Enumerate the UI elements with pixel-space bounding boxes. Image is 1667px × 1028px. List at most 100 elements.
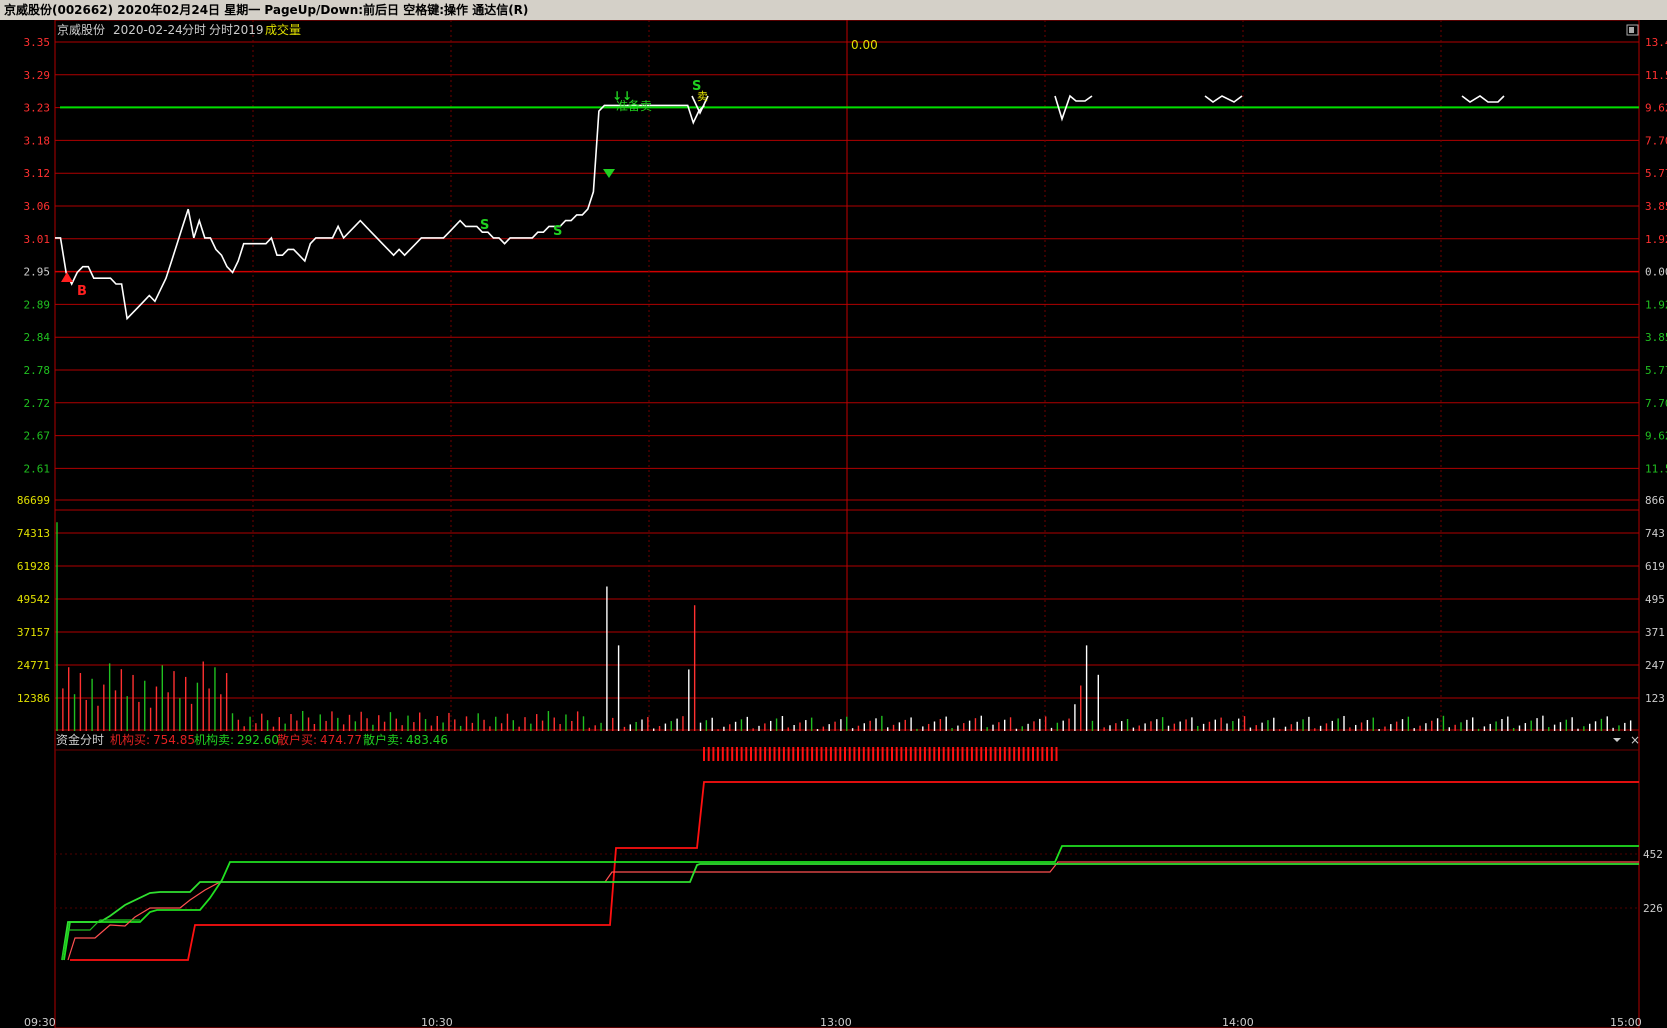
price-tick-label: 3.18 [24, 134, 51, 147]
dropdown-icon [1613, 738, 1621, 742]
percent-tick-label: 11.5 [1645, 69, 1667, 82]
marker-dash [970, 747, 973, 761]
marker-dash [820, 747, 823, 761]
retail-buy-value: 474.77 [320, 733, 362, 747]
marker-dash [980, 747, 983, 761]
volume-bars [56, 522, 1632, 731]
percent-tick-label: 5.77 [1645, 364, 1667, 377]
retail-buy-label: 散户买: [277, 732, 317, 747]
marker-dash [872, 747, 875, 761]
marker-dash [717, 747, 720, 761]
marker-dash [712, 747, 715, 761]
volume-tick-label: 37157 [17, 626, 50, 639]
volume-label[interactable]: 成交量 [265, 22, 301, 37]
intraday-chart[interactable]: 京威股份 2020-02-24 分时 分时2019 成交量 0.00 3.35 3… [0, 20, 1667, 1028]
marker-dash [1036, 747, 1039, 761]
percent-tick-label: 5.77 [1645, 167, 1667, 180]
prepare-sell-label: 准备卖 [616, 99, 652, 113]
inst-sell-label: 机构卖: [194, 732, 234, 747]
window-title: 京威股份(002662) 2020年02月24日 星期一 PageUp/Down… [4, 3, 529, 17]
buy-signal-label: B [77, 284, 87, 299]
marker-dash [909, 747, 912, 761]
inst-sell-value: 292.60 [237, 733, 279, 747]
marker-dash [787, 747, 790, 761]
marker-dash [834, 747, 837, 761]
marker-dash [886, 747, 889, 761]
marker-dash [801, 747, 804, 761]
percent-tick-label: 11.5 [1645, 462, 1667, 475]
marker-dash [942, 747, 945, 761]
marker-dash [797, 747, 799, 761]
retail-sell-line [61, 863, 1639, 961]
marker-dash [768, 747, 771, 761]
marker-dash [1050, 747, 1053, 761]
price-tick-label: 3.35 [24, 36, 51, 49]
marker-dash [933, 747, 936, 761]
right-percent-axis: 13.4 11.5 9.62 7.70 5.77 3.85 1.92 0.00 1.92 3.85… [1645, 36, 1667, 475]
svg-text:226: 226 [1643, 902, 1663, 915]
marker-dash [806, 747, 809, 761]
panel-toggle-icon[interactable] [1626, 24, 1639, 36]
marker-dash [952, 747, 955, 761]
marker-dash [731, 747, 734, 761]
volume-right-tick-label: 619 [1645, 560, 1665, 573]
marker-dash [778, 747, 781, 761]
marker-dash [703, 747, 705, 761]
price-dip-4 [1461, 95, 1505, 103]
marker-dash [750, 747, 752, 761]
extra-retail-line [61, 919, 140, 961]
sell-char-label: 卖 [697, 90, 708, 103]
marker-dash [848, 747, 851, 761]
svg-text:13:00: 13:00 [820, 1016, 852, 1028]
fund-panel-controls[interactable]: × [1613, 733, 1640, 747]
sell-signal-2: S [553, 224, 562, 239]
marker-dash [867, 747, 870, 761]
marker-dash [792, 747, 795, 761]
marker-dash [919, 747, 922, 761]
marker-dash [900, 747, 903, 761]
marker-dash [905, 747, 908, 761]
buy-signal-icon [61, 272, 73, 282]
marker-dash [966, 747, 969, 761]
trade-signals: B S S ↓↓ 准备卖 S 卖 [61, 79, 708, 299]
chart-date: 2020-02-24 [113, 23, 183, 37]
percent-tick-label: 3.85 [1645, 331, 1667, 344]
marker-dash [1003, 747, 1006, 761]
marker-dash [735, 747, 738, 761]
marker-dash [1017, 747, 1020, 761]
marker-dash [839, 747, 842, 761]
marker-dash [853, 747, 856, 761]
marker-dash [773, 747, 776, 761]
marker-dash [1041, 747, 1044, 761]
marker-dash [782, 747, 785, 761]
marker-dash [923, 747, 926, 761]
volume-tick-label: 24771 [17, 659, 50, 672]
marker-dash [759, 747, 762, 761]
price-dip-3 [1204, 95, 1243, 103]
inst-buy-label: 机构买: [110, 732, 150, 747]
price-panel-header: 京威股份 2020-02-24 分时 分时2019 成交量 0.00 [57, 22, 878, 52]
marker-dash [1008, 747, 1011, 761]
marker-dash [914, 747, 917, 761]
retail-sell-value: 483.46 [406, 733, 448, 747]
percent-tick-label: 0.00 [1645, 266, 1667, 279]
price-tick-label: 3.01 [24, 233, 51, 246]
center-value: 0.00 [851, 38, 878, 52]
price-tick-label: 3.06 [24, 200, 51, 213]
marker-dash [947, 747, 950, 761]
volume-right-tick-label: 743 [1645, 527, 1665, 540]
percent-tick-label: 9.62 [1645, 430, 1667, 443]
svg-text:15:00: 15:00 [1610, 1016, 1642, 1028]
marker-dash [811, 747, 814, 761]
price-tick-label: 2.89 [24, 298, 51, 311]
volume-right-tick-label: 247 [1645, 659, 1665, 672]
marker-dash [999, 747, 1002, 761]
price-tick-label: 2.95 [24, 266, 51, 279]
left-volume-axis: 86699 74313 61928 49542 37157 24771 12386 [17, 494, 50, 705]
chart-mode: 分时 [182, 23, 206, 37]
marker-dash [764, 747, 767, 761]
marker-dash [881, 747, 884, 761]
inst-buy-value: 754.85 [153, 733, 195, 747]
marker-dash [815, 747, 818, 761]
window-titlebar: 京威股份(002662) 2020年02月24日 星期一 PageUp/Down… [0, 0, 1667, 20]
